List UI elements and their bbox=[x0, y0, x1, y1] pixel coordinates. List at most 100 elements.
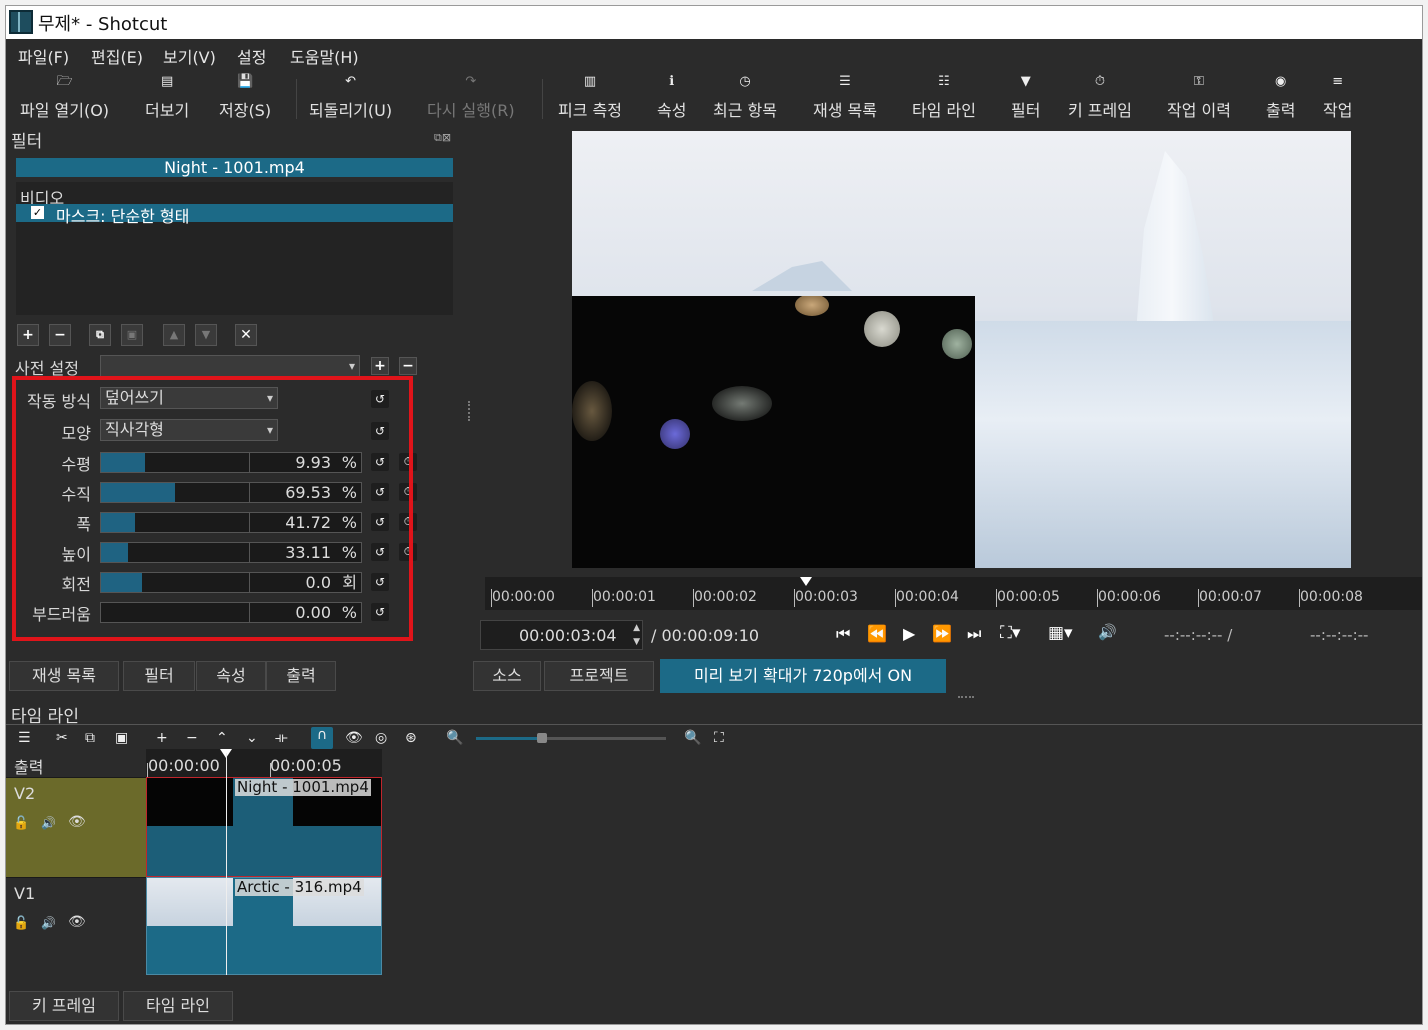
filters-panel-title: 필터 bbox=[11, 132, 43, 152]
add-preset-button[interactable]: + bbox=[371, 357, 389, 375]
scrub-icon[interactable]: 👁 bbox=[345, 730, 363, 746]
eye-icon[interactable]: 👁 bbox=[68, 914, 86, 930]
splitter-handle[interactable] bbox=[958, 696, 974, 698]
split-icon[interactable]: ⟛ bbox=[275, 730, 288, 746]
overwrite-icon[interactable]: ⌄ bbox=[246, 730, 258, 746]
clip-thumbnail bbox=[147, 878, 233, 926]
preset-combo[interactable] bbox=[100, 355, 360, 377]
peak-meter-button[interactable]: ▥ 피크 측정 bbox=[558, 69, 622, 129]
skip-start-icon[interactable]: ⏮ bbox=[836, 624, 850, 644]
fast-forward-icon[interactable]: ⏩ bbox=[932, 624, 952, 643]
mute-icon[interactable]: 🔊 bbox=[41, 816, 56, 830]
menu-settings[interactable]: 설정 bbox=[237, 44, 266, 68]
zoom-in-icon[interactable]: 🔍 bbox=[684, 730, 701, 746]
timecode-field[interactable]: 00:00:03:04 ▲ ▼ bbox=[480, 620, 643, 650]
bokeh-light bbox=[572, 381, 612, 441]
zoom-fit-icon[interactable]: ⛶ bbox=[714, 730, 724, 746]
redo-button[interactable]: ↷ 다시 실행(R) bbox=[427, 69, 515, 129]
filters-button[interactable]: ▼ 필터 bbox=[1011, 69, 1040, 129]
keyframes-button[interactable]: ⏱ 키 프레임 bbox=[1068, 69, 1132, 129]
toolbar-separator bbox=[296, 79, 297, 119]
more-button[interactable]: ▤ 더보기 bbox=[145, 69, 189, 129]
menu-bar: 파일(F) 편집(E) 보기(V) 설정 도움말(H) bbox=[6, 39, 1422, 69]
filter-list: 비디오 ✓ 마스크: 단순한 형태 bbox=[16, 182, 453, 315]
ice-field-image bbox=[972, 321, 1351, 568]
ripple-all-icon[interactable]: ⊛ bbox=[405, 730, 417, 746]
tab-project[interactable]: 프로젝트 bbox=[544, 661, 654, 691]
player-playhead[interactable] bbox=[800, 577, 812, 586]
timeline-button[interactable]: ☷ 타임 라인 bbox=[912, 69, 976, 129]
tab-source[interactable]: 소스 bbox=[473, 661, 541, 691]
tab-timeline[interactable]: 타임 라인 bbox=[123, 991, 233, 1021]
menu-help[interactable]: 도움말(H) bbox=[290, 44, 359, 68]
paste-filter-button[interactable]: ▣ bbox=[121, 324, 143, 346]
properties-button[interactable]: ℹ 속성 bbox=[657, 69, 686, 129]
deselect-filter-button[interactable]: ✕ bbox=[235, 324, 257, 346]
jobs-button[interactable]: ≡ 작업 bbox=[1323, 69, 1352, 129]
ruler-label: 00:00:08 bbox=[1300, 589, 1363, 605]
append-icon[interactable]: + bbox=[156, 730, 168, 746]
copy-icon[interactable]: ⧉ bbox=[85, 730, 95, 746]
open-file-button[interactable]: 🗁 파일 열기(O) bbox=[20, 69, 109, 129]
tab-properties[interactable]: 속성 bbox=[196, 661, 266, 691]
grid-icon[interactable]: ▦▾ bbox=[1048, 623, 1073, 643]
remove-preset-button[interactable]: − bbox=[399, 357, 417, 375]
playlist-button[interactable]: ☰ 재생 목록 bbox=[813, 69, 877, 129]
rewind-icon[interactable]: ⏪ bbox=[867, 624, 887, 643]
copy-filter-button[interactable]: ⧉ bbox=[89, 324, 111, 346]
undo-button[interactable]: ↶ 되돌리기(U) bbox=[309, 69, 392, 129]
timeline-ruler[interactable]: 00:00:00 00:00:05 bbox=[146, 749, 382, 779]
spin-arrows-icon[interactable]: ▲ ▼ bbox=[633, 621, 640, 649]
add-filter-button[interactable]: + bbox=[17, 324, 39, 346]
history-button[interactable]: ⚿ 작업 이력 bbox=[1167, 69, 1231, 129]
zoom-slider-handle[interactable] bbox=[537, 733, 547, 743]
track-header-v1[interactable]: V1 🔓 🔊 👁 bbox=[6, 877, 146, 977]
zoom-out-icon[interactable]: 🔍 bbox=[446, 730, 463, 746]
snap-icon[interactable]: ∩ bbox=[311, 727, 333, 749]
filter-list-item[interactable]: ✓ 마스크: 단순한 형태 bbox=[16, 204, 453, 226]
mute-icon[interactable]: 🔊 bbox=[41, 916, 56, 930]
move-down-button[interactable]: ▼ bbox=[195, 324, 217, 346]
recent-button[interactable]: ◷ 최근 항목 bbox=[713, 69, 777, 129]
ruler-label: 00:00:02 bbox=[694, 589, 757, 605]
main-toolbar: 🗁 파일 열기(O) ▤ 더보기 💾 저장(S) ↶ 되돌리기(U) ↷ 다시 실행(R)… bbox=[6, 69, 1422, 131]
clip-thumbnail bbox=[147, 778, 233, 826]
volume-icon[interactable]: 🔊 bbox=[1098, 623, 1117, 641]
highlight-box bbox=[12, 376, 413, 641]
redo-icon: ↷ bbox=[465, 74, 477, 89]
lift-icon[interactable]: ⌃ bbox=[216, 730, 228, 746]
skip-end-icon[interactable]: ⏭ bbox=[967, 624, 981, 644]
menu-view[interactable]: 보기(V) bbox=[163, 44, 216, 68]
export-button[interactable]: ◉ 출력 bbox=[1266, 69, 1295, 129]
menu-edit[interactable]: 편집(E) bbox=[91, 44, 143, 68]
player-ruler[interactable]: 00:00:00 00:00:01 00:00:02 00:00:03 00:00:04… bbox=[485, 577, 1422, 610]
play-icon[interactable]: ▶ bbox=[903, 624, 915, 643]
ripple-icon[interactable]: ◎ bbox=[375, 730, 387, 746]
save-button[interactable]: 💾 저장(S) bbox=[219, 69, 271, 129]
eye-icon[interactable]: 👁 bbox=[68, 814, 86, 830]
tab-keyframes[interactable]: 키 프레임 bbox=[9, 991, 119, 1021]
tab-filters[interactable]: 필터 bbox=[123, 661, 195, 691]
move-up-button[interactable]: ▲ bbox=[163, 324, 185, 346]
clip-arctic[interactable]: Arctic - 316.mp4 bbox=[146, 877, 382, 975]
paste-icon[interactable]: ▣ bbox=[115, 730, 128, 746]
menu-icon[interactable]: ☰ bbox=[18, 730, 31, 746]
remove-filter-button[interactable]: − bbox=[49, 324, 71, 346]
splitter-handle[interactable] bbox=[468, 401, 470, 421]
checkbox-icon[interactable]: ✓ bbox=[31, 206, 44, 219]
track-header-v2[interactable]: V2 🔓 🔊 👁 bbox=[6, 777, 146, 877]
bokeh-light bbox=[712, 386, 772, 421]
cut-icon[interactable]: ✂ bbox=[56, 730, 68, 746]
preview-scale-notice: 미리 보기 확대가 720p에서 ON bbox=[660, 659, 946, 693]
clip-night[interactable]: Night - 1001.mp4 bbox=[146, 777, 382, 877]
lock-icon[interactable]: 🔓 bbox=[13, 816, 29, 831]
menu-file[interactable]: 파일(F) bbox=[18, 44, 69, 68]
tab-export[interactable]: 출력 bbox=[266, 661, 336, 691]
timeline-icon: ☷ bbox=[938, 74, 950, 89]
zoom-icon[interactable]: ⛶▾ bbox=[1000, 623, 1020, 643]
lock-icon[interactable]: 🔓 bbox=[13, 916, 29, 931]
tab-playlist[interactable]: 재생 목록 bbox=[9, 661, 119, 691]
remove-icon[interactable]: − bbox=[186, 730, 198, 746]
duration-label: / 00:00:09:10 bbox=[651, 626, 760, 645]
panel-float-close-icon[interactable]: ⧉⊠ bbox=[434, 131, 451, 145]
